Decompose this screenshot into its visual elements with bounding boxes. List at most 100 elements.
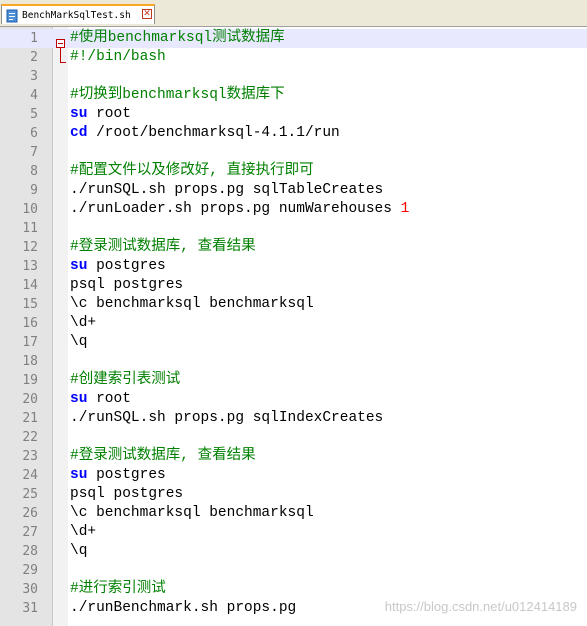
- code-text: #切换到benchmarksql数据库下: [70, 86, 285, 105]
- text-token: psql postgres: [70, 486, 184, 502]
- code-line[interactable]: 18: [0, 352, 587, 371]
- code-text: cd /root/benchmarksql-4.1.1/run: [70, 124, 340, 143]
- line-number: 30: [22, 582, 38, 597]
- code-text: #配置文件以及修改好, 直接执行即可: [70, 162, 314, 181]
- text-token: \c benchmarksql benchmarksql: [70, 296, 314, 312]
- code-text: su postgres: [70, 257, 166, 276]
- code-line[interactable]: 13 su postgres: [0, 257, 587, 276]
- code-text: \c benchmarksql benchmarksql: [70, 504, 314, 523]
- code-line[interactable]: 2 #!/bin/bash: [0, 48, 587, 67]
- code-text: #使用benchmarksql测试数据库: [70, 29, 285, 48]
- code-line[interactable]: 16 \d+: [0, 314, 587, 333]
- line-number: 18: [22, 354, 38, 369]
- comment-token: #进行索引测试: [70, 581, 166, 597]
- code-line[interactable]: 21 ./runSQL.sh props.pg sqlIndexCreates: [0, 409, 587, 428]
- text-token: root: [87, 106, 131, 122]
- line-number: 7: [30, 145, 38, 160]
- line-number: 12: [22, 240, 38, 255]
- comment-token: #配置文件以及修改好, 直接执行即可: [70, 163, 314, 179]
- line-number: 29: [22, 563, 38, 578]
- line-number: 13: [22, 259, 38, 274]
- code-line[interactable]: 22: [0, 428, 587, 447]
- code-line[interactable]: 24 su postgres: [0, 466, 587, 485]
- keyword-token: su: [70, 258, 88, 274]
- comment-token: #切换到benchmarksql数据库下: [70, 87, 285, 103]
- code-line[interactable]: 28 \q: [0, 542, 587, 561]
- code-line[interactable]: 20 su root: [0, 390, 587, 409]
- line-number: 23: [22, 449, 38, 464]
- code-line[interactable]: 15 \c benchmarksql benchmarksql: [0, 295, 587, 314]
- line-number: 21: [22, 411, 38, 426]
- line-number: 16: [22, 316, 38, 331]
- line-number: 20: [22, 392, 38, 407]
- code-line[interactable]: 23 #登录测试数据库, 查看结果: [0, 447, 587, 466]
- code-line[interactable]: 26 \c benchmarksql benchmarksql: [0, 504, 587, 523]
- code-text: \c benchmarksql benchmarksql: [70, 295, 314, 314]
- code-line[interactable]: 3: [0, 67, 587, 86]
- close-icon[interactable]: ✕: [142, 9, 152, 19]
- line-number: 10: [22, 202, 38, 217]
- code-text: psql postgres: [70, 276, 183, 295]
- code-text: #创建索引表测试: [70, 371, 180, 390]
- code-line[interactable]: 6 cd /root/benchmarksql-4.1.1/run: [0, 124, 587, 143]
- code-editor[interactable]: 1 #使用benchmarksql测试数据库 2 #!/bin/bash 3 4 #切换到b…: [0, 26, 587, 626]
- fold-line: [60, 48, 61, 62]
- line-number: 15: [22, 297, 38, 312]
- code-line[interactable]: 19 #创建索引表测试: [0, 371, 587, 390]
- keyword-token: su: [70, 391, 88, 407]
- keyword-token: su: [70, 467, 88, 483]
- code-line[interactable]: 27 \d+: [0, 523, 587, 542]
- code-line[interactable]: 12 #登录测试数据库, 查看结果: [0, 238, 587, 257]
- code-line[interactable]: 8 #配置文件以及修改好, 直接执行即可: [0, 162, 587, 181]
- code-line[interactable]: 17 \q: [0, 333, 587, 352]
- line-number: 17: [22, 335, 38, 350]
- line-number: 6: [30, 126, 38, 141]
- text-token: ./runSQL.sh props.pg sqlTableCreates: [70, 182, 384, 198]
- tab-bar: BenchMarkSqlTest.sh ✕: [0, 0, 587, 26]
- code-line[interactable]: 4 #切换到benchmarksql数据库下: [0, 86, 587, 105]
- code-line[interactable]: 30 #进行索引测试: [0, 580, 587, 599]
- code-text: #登录测试数据库, 查看结果: [70, 238, 256, 257]
- line-number: 24: [22, 468, 38, 483]
- line-number: 8: [30, 164, 38, 179]
- code-text: su root: [70, 390, 131, 409]
- comment-token: #!/bin/bash: [70, 49, 166, 65]
- line-number: 22: [22, 430, 38, 445]
- code-text: \d+: [70, 314, 96, 333]
- tab-title: BenchMarkSqlTest.sh: [22, 9, 131, 21]
- code-line[interactable]: 7: [0, 143, 587, 162]
- code-line[interactable]: 14 psql postgres: [0, 276, 587, 295]
- text-token: \d+: [70, 315, 97, 331]
- line-number: 5: [30, 107, 38, 122]
- number-token: 1: [400, 201, 410, 217]
- code-line[interactable]: 10 ./runLoader.sh props.pg numWarehouses …: [0, 200, 587, 219]
- code-line[interactable]: 25 psql postgres: [0, 485, 587, 504]
- line-number: 11: [22, 221, 38, 236]
- comment-token: #登录测试数据库, 查看结果: [70, 239, 256, 255]
- text-token: \q: [70, 543, 88, 559]
- comment-token: #登录测试数据库, 查看结果: [70, 448, 256, 464]
- text-token: \q: [70, 334, 88, 350]
- comment-token: #创建索引表测试: [70, 372, 181, 388]
- code-line[interactable]: 5 su root: [0, 105, 587, 124]
- text-token: \c benchmarksql benchmarksql: [70, 505, 314, 521]
- code-line[interactable]: 9 ./runSQL.sh props.pg sqlTableCreates: [0, 181, 587, 200]
- code-text: #进行索引测试: [70, 580, 166, 599]
- file-tab[interactable]: BenchMarkSqlTest.sh ✕: [1, 4, 155, 24]
- code-text: \d+: [70, 523, 96, 542]
- keyword-token: su: [70, 106, 88, 122]
- fold-collapse-icon[interactable]: [56, 39, 65, 48]
- line-number: 25: [22, 487, 38, 502]
- text-token: /root/benchmarksql-4.1.1/run: [87, 125, 340, 141]
- code-line[interactable]: 11: [0, 219, 587, 238]
- line-number: 31: [22, 601, 38, 616]
- line-number: 1: [30, 31, 38, 46]
- text-token: \d+: [70, 524, 97, 540]
- text-token: psql postgres: [70, 277, 184, 293]
- code-line[interactable]: 1 #使用benchmarksql测试数据库: [0, 29, 587, 48]
- line-number: 9: [30, 183, 38, 198]
- fold-end: [60, 62, 66, 63]
- code-line[interactable]: 29: [0, 561, 587, 580]
- line-number: 3: [30, 69, 38, 84]
- file-icon: [6, 8, 18, 23]
